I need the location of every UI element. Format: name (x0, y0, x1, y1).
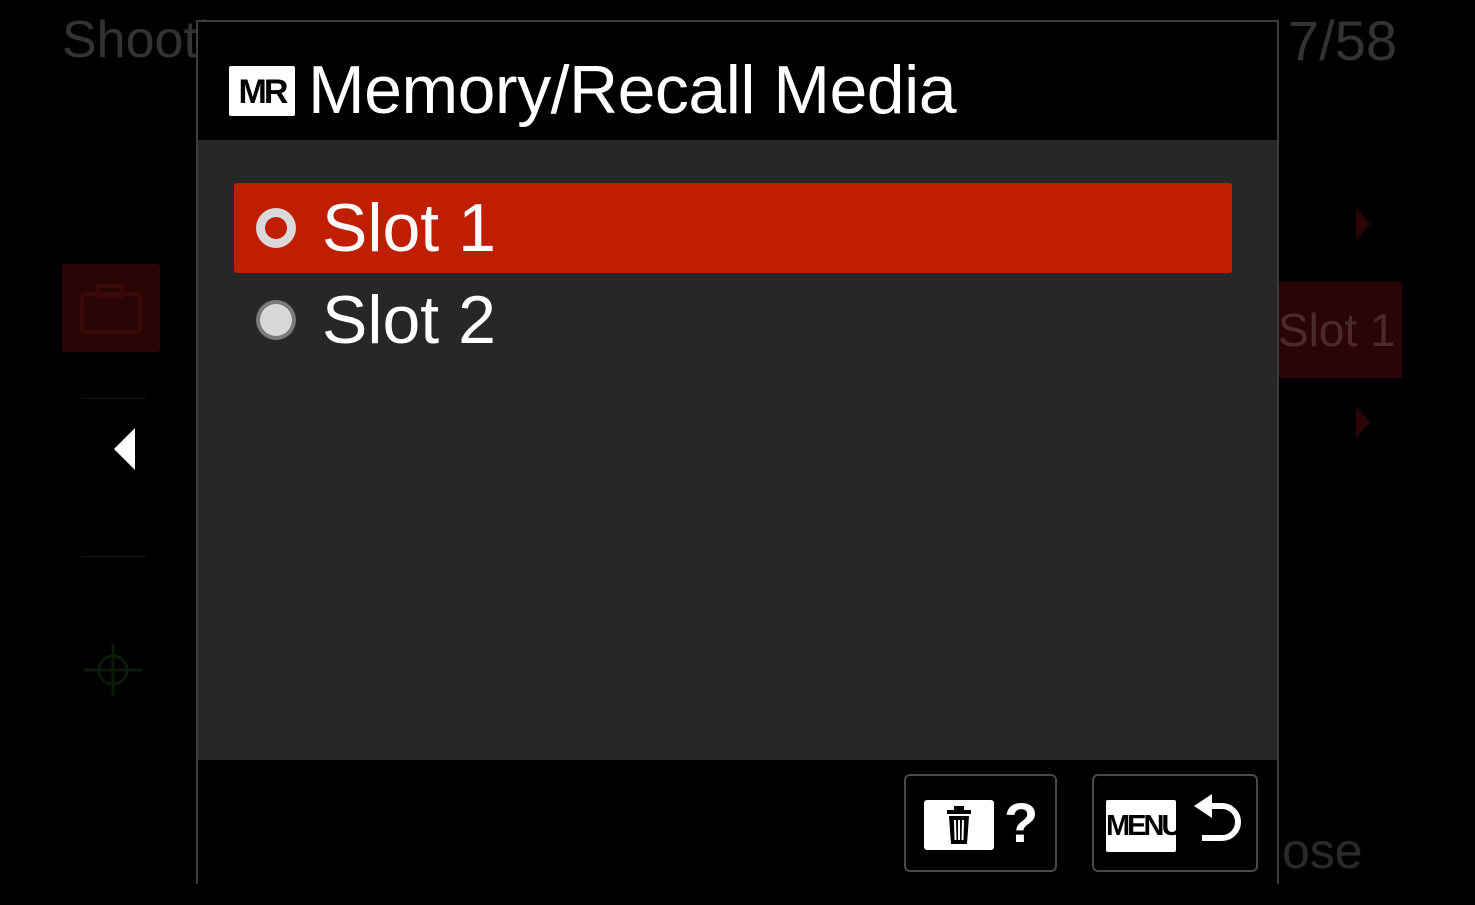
menu-badge-icon: MENU (1106, 800, 1182, 852)
background-tab-icon (84, 644, 142, 696)
background-menu-title: Shooti (62, 11, 210, 69)
dialog-title: Memory/Recall Media (308, 52, 957, 128)
option-slot-1[interactable]: Slot 1 (234, 183, 1232, 273)
background-separator (82, 556, 146, 557)
dialog-header: MR Memory/Recall Media (198, 22, 1277, 140)
background-close-label: ose (1282, 823, 1363, 879)
radio-icon (256, 208, 296, 248)
background-separator (82, 398, 146, 399)
camera-screen: Shooti 7/58 Slot 1 ose MR Memory/Recall … (0, 0, 1475, 905)
dialog-footer: ? MENU (198, 760, 1277, 884)
camera-icon (80, 284, 142, 334)
back-arrow-icon (1194, 794, 1241, 841)
trash-icon (924, 800, 994, 850)
option-label: Slot 2 (322, 282, 496, 358)
mr-badge-icon: MR (229, 66, 295, 116)
option-slot-2[interactable]: Slot 2 (234, 275, 1232, 365)
menu-back-button[interactable]: MENU (1092, 774, 1258, 872)
background-camera-tab (62, 264, 160, 352)
background-slot-value: Slot 1 (1262, 282, 1402, 378)
option-label: Slot 1 (322, 190, 496, 266)
help-icon: ? (1004, 791, 1039, 854)
help-button[interactable]: ? (904, 774, 1057, 872)
left-arrow-icon[interactable] (114, 428, 135, 470)
memory-recall-media-dialog: MR Memory/Recall Media Slot 1 Slot 2 ? M… (196, 20, 1279, 884)
background-page-indicator: 7/58 (1288, 9, 1397, 72)
background-chevron-right-icon (1356, 406, 1370, 438)
radio-icon (256, 300, 296, 340)
dialog-option-list: Slot 1 Slot 2 (198, 140, 1277, 760)
background-chevron-right-icon (1356, 208, 1370, 240)
